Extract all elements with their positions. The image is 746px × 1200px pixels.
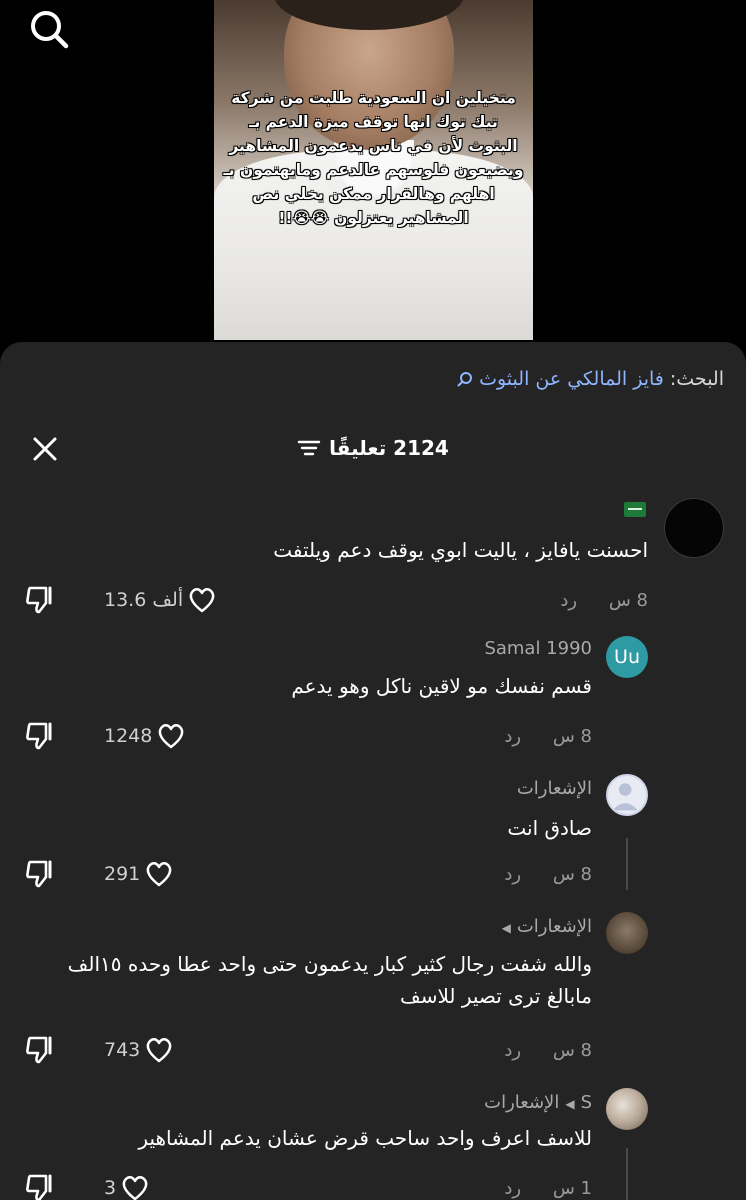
related-search-label: البحث: <box>669 368 724 390</box>
related-search[interactable]: البحث: فايز المالكي عن البثوث <box>457 368 724 390</box>
comment-meta: 1 س رد <box>504 1178 592 1199</box>
caption-line: متخيلين ان السعودية طلبت من شركة <box>231 89 516 107</box>
heart-icon[interactable] <box>156 722 186 750</box>
comment-author[interactable]: الإشعارات <box>517 778 592 799</box>
thread-line <box>626 838 628 890</box>
video-caption: متخيلين ان السعودية طلبت من شركة تيك توك… <box>222 86 525 230</box>
reply-button[interactable]: رد <box>504 1178 521 1199</box>
comment-text: احسنت يافايز ، ياليت ابوي يوقف دعم ويلتف… <box>273 538 648 562</box>
comment-item: احسنت يافايز ، ياليت ابوي يوقف دعم ويلتف… <box>0 492 746 622</box>
like-count: 3 <box>104 1177 117 1199</box>
comment-actions: 291 <box>24 858 174 890</box>
avatar[interactable] <box>664 498 724 558</box>
sort-filter-icon[interactable] <box>297 438 321 458</box>
reply-button[interactable]: رد <box>504 726 521 747</box>
caption-line: تيك توك انها توقف ميزة الدعم بـ <box>249 113 498 131</box>
like-count: 13.6 ألف <box>104 589 184 611</box>
comment-item: S ◀ الإشعارات للاسف اعرف واحد ساحب قرض عشا… <box>0 1084 746 1200</box>
comment-author-prefix: S <box>580 1092 592 1113</box>
comment-meta: 8 س رد <box>504 1040 592 1061</box>
comment-item: Uu Samal 1990 قسم نفسك مو لاقين ناكل وهو… <box>0 632 746 762</box>
dislike-icon[interactable] <box>24 858 58 890</box>
comment-text: والله شفت رجال كثير كبار يدعمون حتى واحد… <box>68 948 592 1012</box>
comment-time: 8 س <box>552 726 592 747</box>
comment-author[interactable]: الإشعارات ◀ <box>496 916 592 937</box>
caption-line: المشاهير يعتزلون 😭😭!! <box>278 209 469 227</box>
dislike-icon[interactable] <box>24 584 58 616</box>
comment-text: للاسف اعرف واحد ساحب قرض عشان يدعم المشا… <box>138 1126 592 1150</box>
comment-actions: 1248 <box>24 720 186 752</box>
comments-sheet: البحث: فايز المالكي عن البثوث 2124 تعليق… <box>0 342 746 1200</box>
avatar[interactable] <box>606 912 648 954</box>
comment-text-line: والله شفت رجال كثير كبار يدعمون حتى واحد… <box>67 952 592 976</box>
heart-icon[interactable] <box>144 1036 174 1064</box>
comment-item: الإشعارات صادق انت 8 س رد 291 <box>0 770 746 900</box>
comment-author[interactable] <box>624 498 646 519</box>
comments-header: 2124 تعليقًا <box>0 430 746 470</box>
reply-button[interactable]: رد <box>504 1040 521 1061</box>
dislike-icon[interactable] <box>24 720 58 752</box>
avatar-initials: Uu <box>614 646 640 668</box>
reply-arrow-icon: ◀ <box>565 1097 575 1111</box>
saudi-flag-icon <box>624 501 646 517</box>
dislike-icon[interactable] <box>24 1034 58 1066</box>
reply-arrow-icon: ◀ <box>501 921 511 935</box>
comment-meta: 8 س رد <box>560 590 648 611</box>
comment-count-label: 2124 تعليقًا <box>329 436 449 460</box>
small-search-icon <box>457 372 473 387</box>
avatar[interactable] <box>606 774 648 816</box>
caption-line: اهلهم وهالقرار ممكن يخلي نص <box>252 185 495 203</box>
caption-line: ويضيعون فلوسهم عالدعم ومايهتمون بـ <box>223 161 524 179</box>
comment-time: 1 س <box>552 1178 592 1199</box>
heart-icon[interactable] <box>187 586 217 614</box>
comment-text: صادق انت <box>507 816 592 840</box>
comment-meta: 8 س رد <box>504 864 592 885</box>
search-icon[interactable] <box>28 8 70 50</box>
video-area[interactable]: متخيلين ان السعودية طلبت من شركة تيك توك… <box>0 0 746 345</box>
video-thumbnail[interactable]: متخيلين ان السعودية طلبت من شركة تيك توك… <box>214 0 533 340</box>
reply-button[interactable]: رد <box>560 590 577 611</box>
comment-author-name: الإشعارات <box>516 916 592 937</box>
comment-item: الإشعارات ◀ والله شفت رجال كثير كبار يدعم… <box>0 908 746 1078</box>
comment-author[interactable]: Samal 1990 <box>484 638 592 659</box>
caption-line: البثوث لأن في ناس يدعمون المشاهير <box>229 137 518 155</box>
comment-actions: 13.6 ألف <box>24 584 217 616</box>
related-search-query[interactable]: فايز المالكي عن البثوث <box>479 368 664 390</box>
thread-line <box>626 1148 628 1200</box>
heart-icon[interactable] <box>120 1174 150 1200</box>
heart-icon[interactable] <box>144 860 174 888</box>
like-count: 291 <box>104 863 141 885</box>
comment-author[interactable]: S ◀ الإشعارات <box>484 1092 592 1113</box>
comment-text-line: مابالغ ترى تصير للاسف <box>399 984 592 1008</box>
comment-text: قسم نفسك مو لاقين ناكل وهو يدعم <box>291 674 592 698</box>
comment-meta: 8 س رد <box>504 726 592 747</box>
comment-actions: 3 <box>24 1172 150 1200</box>
comment-count: 2124 تعليقًا <box>0 436 746 460</box>
avatar[interactable]: Uu <box>606 636 648 678</box>
default-avatar-icon <box>612 783 638 811</box>
comment-author-name: الإشعارات <box>484 1092 560 1113</box>
comment-time: 8 س <box>552 1040 592 1061</box>
comment-time: 8 س <box>552 864 592 885</box>
avatar[interactable] <box>606 1088 648 1130</box>
comment-actions: 743 <box>24 1034 174 1066</box>
dislike-icon[interactable] <box>24 1172 58 1200</box>
like-count: 1248 <box>104 725 153 747</box>
comment-time: 8 س <box>608 590 648 611</box>
reply-button[interactable]: رد <box>504 864 521 885</box>
like-count: 743 <box>104 1039 141 1061</box>
